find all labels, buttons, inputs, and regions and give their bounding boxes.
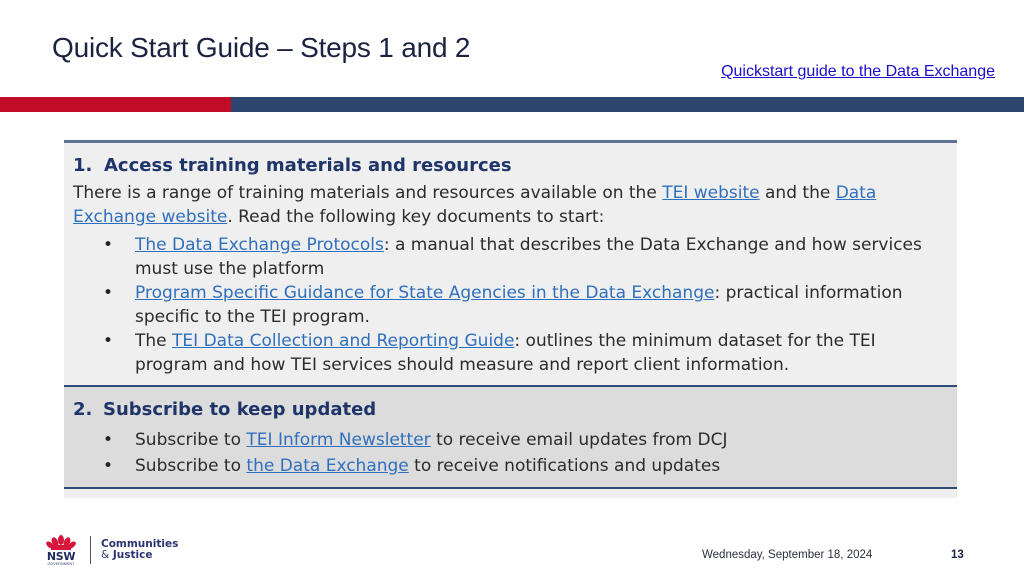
list-item: • The Data Exchange Protocols: a manual t…	[73, 233, 947, 281]
communities-justice-wordmark: Communities & Justice	[101, 539, 178, 561]
step-2-heading-text: Subscribe to keep updated	[103, 399, 377, 420]
tei-data-collection-guide-link[interactable]: TEI Data Collection and Reporting Guide	[172, 331, 514, 351]
logo-divider	[90, 536, 91, 564]
data-exchange-subscribe-link[interactable]: the Data Exchange	[246, 456, 408, 476]
tei-inform-newsletter-link[interactable]: TEI Inform Newsletter	[246, 430, 430, 450]
item-prefix: Subscribe to	[135, 430, 247, 450]
bullet-icon: •	[103, 456, 114, 476]
step-2-heading: 2. Subscribe to keep updated	[73, 397, 947, 423]
bullet-icon: •	[103, 283, 114, 303]
step-1-heading-text: Access training materials and resources	[104, 155, 512, 176]
steps-content-image: 1. Access training materials and resource…	[64, 140, 957, 498]
intro-text: and the	[759, 183, 836, 203]
accent-bar-red	[0, 97, 231, 112]
accent-bar-navy	[231, 97, 1024, 112]
step-1-number: 1.	[73, 155, 93, 176]
step-1-document-list: • The Data Exchange Protocols: a manual t…	[73, 233, 947, 377]
intro-text: . Read the following key documents to st…	[227, 207, 605, 227]
logo-line-justice: Justice	[112, 549, 153, 561]
item-description: to receive email updates from DCJ	[430, 430, 728, 450]
quickstart-guide-link[interactable]: Quickstart guide to the Data Exchange	[721, 63, 995, 81]
item-prefix: Subscribe to	[135, 456, 247, 476]
item-description: to receive notifications and updates	[408, 456, 721, 476]
step-2-subscribe-list: • Subscribe to TEI Inform Newsletter to r…	[73, 427, 947, 479]
step-1-heading: 1. Access training materials and resource…	[73, 153, 947, 179]
data-exchange-protocols-link[interactable]: The Data Exchange Protocols	[135, 235, 384, 255]
bullet-icon: •	[103, 430, 114, 450]
slide-page-number: 13	[951, 549, 964, 561]
step-2-number: 2.	[73, 399, 93, 420]
item-prefix: The	[135, 331, 173, 351]
slide-date: Wednesday, September 18, 2024	[702, 549, 873, 561]
slide-title: Quick Start Guide – Steps 1 and 2	[52, 32, 471, 63]
logo-ampersand: &	[101, 549, 110, 561]
section-bottom-strip	[64, 489, 957, 498]
tei-website-link[interactable]: TEI website	[662, 183, 759, 203]
list-item: • Program Specific Guidance for State Age…	[73, 281, 947, 329]
step-1-intro: There is a range of training materials a…	[73, 181, 947, 229]
step-1-section: 1. Access training materials and resource…	[64, 140, 957, 385]
step-2-section: 2. Subscribe to keep updated • Subscribe t…	[64, 385, 957, 489]
nsw-communities-justice-logo: NSW GOVERNMENT Communities & Justice	[42, 534, 178, 566]
intro-text: There is a range of training materials a…	[73, 183, 663, 203]
government-wordmark: GOVERNMENT	[47, 562, 75, 566]
list-item: • The TEI Data Collection and Reporting G…	[73, 329, 947, 377]
waratah-icon	[46, 535, 76, 550]
bullet-icon: •	[103, 235, 114, 255]
list-item: • Subscribe to the Data Exchange to recei…	[73, 453, 947, 479]
nsw-government-logo: NSW GOVERNMENT	[42, 534, 80, 566]
bullet-icon: •	[103, 331, 114, 351]
program-specific-guidance-link[interactable]: Program Specific Guidance for State Agen…	[135, 283, 714, 303]
list-item: • Subscribe to TEI Inform Newsletter to r…	[73, 427, 947, 453]
nsw-wordmark: NSW	[46, 550, 76, 563]
